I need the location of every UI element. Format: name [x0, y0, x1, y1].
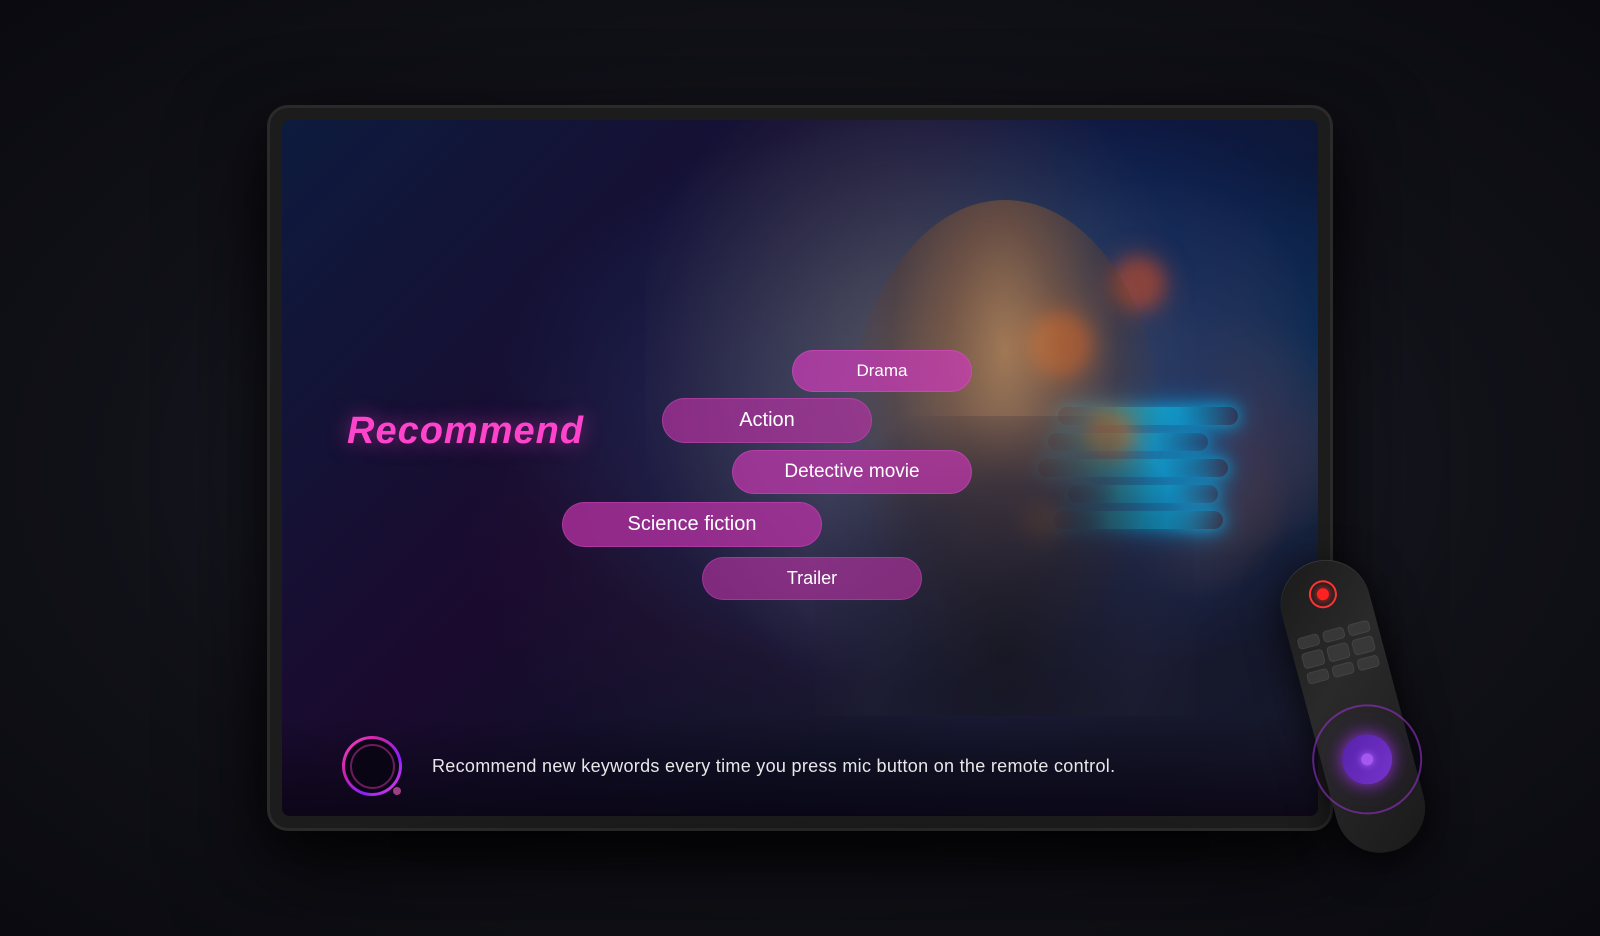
keyword-pill-drama[interactable]: Drama	[792, 350, 972, 392]
tv-shadow	[376, 833, 1224, 853]
tv-set: Recommend Drama Action Detective movie S…	[270, 108, 1330, 828]
mic-indicator	[342, 736, 402, 796]
remote-btn[interactable]	[1306, 668, 1330, 685]
remote-power-button[interactable]	[1306, 577, 1340, 611]
remote-btn[interactable]	[1351, 635, 1376, 656]
ui-overlay: Recommend Drama Action Detective movie S…	[282, 120, 1318, 816]
bottom-bar: Recommend new keywords every time you pr…	[282, 716, 1318, 816]
keyword-pill-scifi[interactable]: Science fiction	[562, 502, 822, 547]
power-icon	[1316, 587, 1331, 602]
remote-btn[interactable]	[1322, 626, 1346, 643]
remote-btn[interactable]	[1331, 661, 1355, 678]
keyword-pill-detective[interactable]: Detective movie	[732, 450, 972, 494]
remote-btn[interactable]	[1356, 654, 1380, 671]
mic-dot	[393, 787, 401, 795]
remote-btn[interactable]	[1326, 642, 1351, 663]
mic-ring	[350, 744, 395, 789]
dpad-center-button[interactable]	[1337, 729, 1398, 790]
remote-btn[interactable]	[1296, 633, 1320, 650]
recommend-title: Recommend	[347, 410, 584, 453]
tv-screen: Recommend Drama Action Detective movie S…	[282, 120, 1318, 816]
dpad-center-icon	[1360, 752, 1375, 767]
bottom-instruction-text: Recommend new keywords every time you pr…	[432, 756, 1258, 777]
remote-buttons-grid	[1296, 619, 1380, 685]
keyword-pill-action[interactable]: Action	[662, 398, 872, 443]
remote-dpad[interactable]	[1300, 692, 1435, 827]
remote-btn[interactable]	[1301, 648, 1326, 669]
dpad-outer-ring	[1300, 692, 1435, 827]
keyword-pill-trailer[interactable]: Trailer	[702, 557, 922, 600]
remote-btn[interactable]	[1347, 619, 1371, 636]
remote-body	[1271, 550, 1436, 863]
